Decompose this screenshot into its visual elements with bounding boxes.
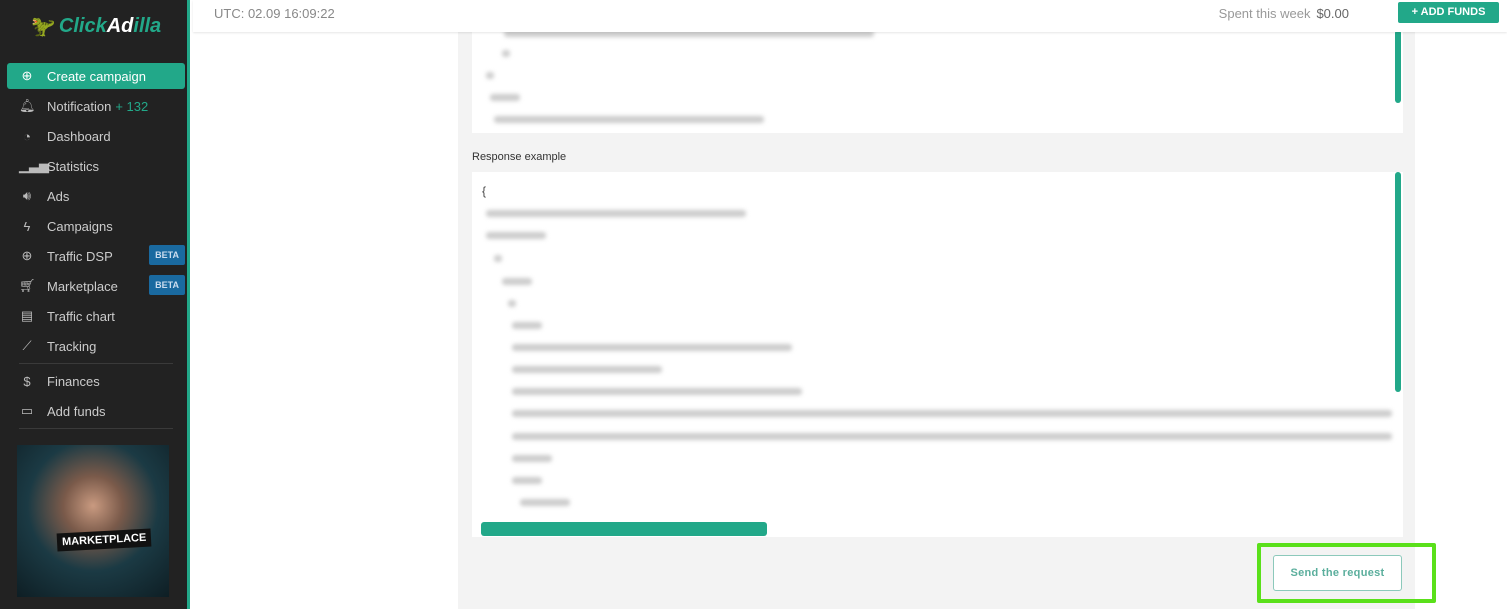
blurred-code-line xyxy=(512,388,802,395)
horizontal-scrollbar[interactable] xyxy=(481,522,767,536)
logo-text: Ad xyxy=(106,15,134,37)
vertical-scrollbar[interactable] xyxy=(1395,30,1401,103)
dinosaur-icon: 🦖 xyxy=(28,16,53,38)
blurred-code-line xyxy=(512,433,1392,440)
blurred-code-line xyxy=(512,344,792,351)
cart-icon: 🛒︎ xyxy=(19,278,36,293)
blurred-code-line xyxy=(502,50,510,57)
blurred-code-line xyxy=(494,255,502,262)
blurred-code-line xyxy=(512,366,662,373)
beta-badge: BETA xyxy=(149,245,185,265)
blurred-code-line xyxy=(502,278,532,285)
logo-text: illa xyxy=(133,15,162,37)
blurred-code-line xyxy=(486,232,546,239)
bolt-icon: ϟ xyxy=(23,218,31,234)
spent-value: $0.00 xyxy=(1316,6,1349,21)
blurred-code-line xyxy=(512,410,1392,417)
globe-icon: ⊕ xyxy=(21,248,33,263)
sidebar-item-add-funds[interactable]: ▭ Add funds xyxy=(7,396,185,426)
sidebar-item-traffic-chart[interactable]: ▤ Traffic chart xyxy=(7,301,185,331)
blurred-code-line xyxy=(486,72,494,79)
api-panel: Response example { xyxy=(458,0,1415,609)
blurred-code-line xyxy=(508,300,516,307)
document-icon: ▤ xyxy=(20,308,34,323)
sidebar-item-label: Ads xyxy=(47,188,70,204)
sidebar-item-label: Campaigns xyxy=(47,218,113,234)
sidebar-item-create-campaign[interactable]: ⊕ Create campaign xyxy=(7,63,185,89)
blurred-code-line xyxy=(486,210,746,217)
sidebar-item-label: Add funds xyxy=(47,403,106,419)
vertical-scrollbar[interactable] xyxy=(1395,172,1401,392)
pie-icon: ◔ xyxy=(23,128,31,144)
sidebar-item-label: Finances xyxy=(47,373,100,389)
divider xyxy=(19,428,173,429)
sidebar-item-label: Marketplace xyxy=(47,278,118,294)
sidebar-item-label: Tracking xyxy=(47,338,97,354)
sidebar-item-tracking[interactable]: ⟋ Tracking xyxy=(7,331,185,361)
sidebar: 🦖 ClickAdilla ⊕ Create campaign 🔔︎ Notifica… xyxy=(0,0,190,609)
sidebar-item-statistics[interactable]: ▁▃▅ Statistics xyxy=(7,151,185,181)
bars-icon: ▁▃▅ xyxy=(19,158,49,173)
sidebar-item-label: Traffic DSP xyxy=(47,248,113,264)
sidebar-item-finances[interactable]: $ Finances xyxy=(7,366,185,396)
utc-clock: UTC: 02.09 16:09:22 xyxy=(214,6,335,21)
sidebar-item-label: Create campaign xyxy=(47,68,146,84)
blurred-code-line xyxy=(494,116,764,123)
sidebar-item-campaigns[interactable]: ϟ Campaigns xyxy=(7,211,185,241)
response-code-box[interactable]: { xyxy=(472,172,1403,537)
blurred-code-line xyxy=(512,455,552,462)
blurred-code-line xyxy=(512,322,542,329)
speaker-icon: 🔊︎ xyxy=(22,188,32,203)
card-icon: ▭ xyxy=(20,403,34,418)
add-funds-button[interactable]: + ADD FUNDS xyxy=(1398,2,1499,23)
sidebar-item-ads[interactable]: 🔊︎ Ads xyxy=(7,181,185,211)
logo-text: Click xyxy=(58,15,107,37)
code-brace: { xyxy=(482,184,487,198)
plus-circle-icon: ⊕ xyxy=(21,68,33,83)
divider xyxy=(19,363,173,364)
sidebar-item-notification[interactable]: 🔔︎ Notification + 132 xyxy=(7,91,185,121)
response-example-label: Response example xyxy=(472,151,567,163)
beta-badge: BETA xyxy=(149,275,185,295)
dollar-icon: $ xyxy=(23,373,31,389)
sidebar-item-dashboard[interactable]: ◔ Dashboard xyxy=(7,121,185,151)
sidebar-item-label: Notification xyxy=(47,98,112,114)
spent-this-week: Spent this week $0.00 xyxy=(1219,6,1349,21)
sidebar-nav: ⊕ Create campaign 🔔︎ Notification + 132 ◔ Da… xyxy=(7,63,185,431)
blurred-code-line xyxy=(490,94,520,101)
top-header: UTC: 02.09 16:09:22 Spent this week $0.00… xyxy=(193,0,1507,32)
sidebar-item-label: Traffic chart xyxy=(47,308,115,324)
sidebar-item-marketplace[interactable]: 🛒︎ Marketplace BETA xyxy=(7,271,185,301)
blurred-code-line xyxy=(520,499,570,506)
blurred-code-line xyxy=(512,477,542,484)
spent-label: Spent this week xyxy=(1218,6,1311,21)
notification-count: + 132 xyxy=(115,98,149,114)
logo[interactable]: 🦖 ClickAdilla xyxy=(28,14,161,39)
promo-label: MARKETPLACE xyxy=(56,528,152,552)
sidebar-item-label: Dashboard xyxy=(47,128,111,144)
sidebar-item-label: Statistics xyxy=(47,158,100,174)
sidebar-item-traffic-dsp[interactable]: ⊕ Traffic DSP BETA xyxy=(7,241,185,271)
line-chart-icon: ⟋ xyxy=(22,338,32,353)
highlight-box xyxy=(1257,543,1436,603)
bell-icon: 🔔︎ xyxy=(19,98,36,113)
marketplace-promo-banner[interactable]: MARKETPLACE xyxy=(17,445,169,597)
